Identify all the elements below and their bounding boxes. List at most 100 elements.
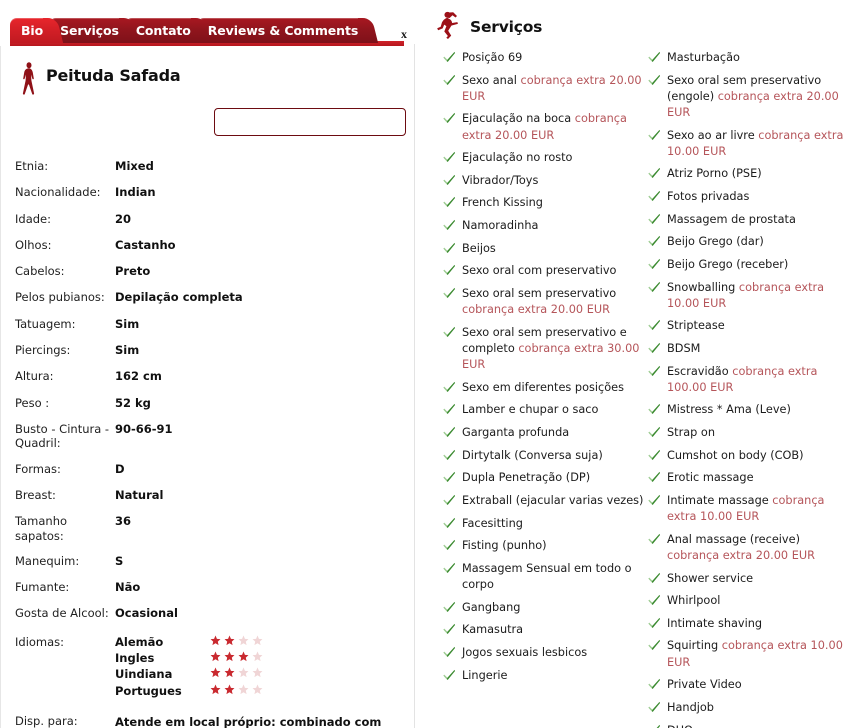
bio-attributes-table: Etnia: Mixed Nacionalidade: Indian Idade: 20 O… xyxy=(15,154,407,728)
services-column-right: Masturbação Sexo oral sem preservativo (e… xyxy=(648,50,848,728)
service-item: Dupla Penetração (DP) xyxy=(443,470,648,486)
service-item: Sexo ao ar livre cobrança extra 10.00 EU… xyxy=(648,128,848,160)
language-row: Ingles xyxy=(115,651,266,667)
tab-label: Serviços xyxy=(60,23,119,38)
bio-row-label: Breast: xyxy=(15,487,56,502)
check-icon xyxy=(443,623,456,640)
tab-bio[interactable]: Bio xyxy=(10,18,54,43)
bio-row-label: Disp. para: xyxy=(15,713,78,728)
service-item: Ejaculação no rosto xyxy=(443,150,648,166)
service-label: French Kissing xyxy=(462,196,543,210)
service-extra-charge: cobrança extra 20.00 EUR xyxy=(667,548,815,562)
check-icon xyxy=(648,403,661,420)
bio-row: Altura: 162 cm xyxy=(15,364,407,390)
bio-row-label: Formas: xyxy=(15,461,61,476)
star-icon xyxy=(224,651,235,662)
service-item: Namoradinha xyxy=(443,218,648,234)
service-label: Intimate massage xyxy=(667,493,773,507)
service-label: Beijo Grego (dar) xyxy=(667,235,764,249)
service-item: Sexo em diferentes posições xyxy=(443,380,648,396)
service-label: Masturbação xyxy=(667,51,740,64)
check-icon xyxy=(443,426,456,443)
check-icon xyxy=(443,517,456,534)
bio-row-label: Cabelos: xyxy=(15,264,65,279)
service-label: Fisting (punho) xyxy=(462,539,547,553)
vote-gotm-button[interactable]: VOTE FOR ME AS GOTM! xyxy=(214,108,406,136)
service-item: Whirlpool xyxy=(648,593,848,609)
check-icon xyxy=(648,281,661,298)
bio-row-label: Idade: xyxy=(15,211,51,226)
bio-row-label: Fumante: xyxy=(15,580,70,595)
star-icon xyxy=(252,651,263,662)
service-label: Snowballing xyxy=(667,280,739,294)
service-item: Garganta profunda xyxy=(443,425,648,441)
language-row: Alemão xyxy=(115,635,266,651)
check-icon xyxy=(443,494,456,511)
check-icon xyxy=(648,494,661,511)
bio-row: Nacionalidade: Indian xyxy=(15,180,407,206)
check-icon xyxy=(648,701,661,718)
bio-row: Fumante: Não xyxy=(15,575,407,601)
service-label: Intimate shaving xyxy=(667,616,763,630)
bio-row: Peso : 52 kg xyxy=(15,391,407,417)
check-icon xyxy=(648,533,661,550)
service-item: Erotic massage xyxy=(648,470,848,486)
close-button[interactable]: x xyxy=(396,26,412,42)
bio-row-value: 20 xyxy=(115,211,132,226)
bio-row-label: Manequim: xyxy=(15,553,80,568)
bio-row-value: 36 xyxy=(115,514,132,529)
check-icon xyxy=(648,129,661,146)
check-icon xyxy=(443,669,456,686)
service-label: Sexo em diferentes posições xyxy=(462,380,624,394)
service-label: Namoradinha xyxy=(462,219,539,233)
check-icon xyxy=(443,174,456,191)
bio-row-label: Gosta de Alcool: xyxy=(15,606,109,621)
vote-button-label: VOTE FOR ME AS GOTM! xyxy=(239,115,399,129)
check-icon xyxy=(443,326,456,343)
service-label: Fotos privadas xyxy=(667,189,750,203)
service-label: Private Video xyxy=(667,678,742,692)
service-label: Anal massage (receive) xyxy=(667,532,800,546)
bio-row-value: Preto xyxy=(115,264,151,279)
service-item: French Kissing xyxy=(443,195,648,211)
check-icon xyxy=(648,572,661,589)
service-label: Jogos sexuais lesbicos xyxy=(462,645,588,659)
check-icon xyxy=(648,51,661,68)
service-item: Private Video xyxy=(648,677,848,693)
check-icon xyxy=(648,639,661,656)
bio-row-value: Alemão Ingles Uindiana Portugues xyxy=(113,628,407,707)
bio-row: Etnia: Mixed xyxy=(15,154,407,180)
check-icon xyxy=(443,381,456,398)
service-label: Dirtytalk (Conversa suja) xyxy=(462,448,603,462)
check-icon xyxy=(648,319,661,336)
service-item: Facesitting xyxy=(443,516,648,532)
tab-label: Reviews & Comments xyxy=(207,23,359,38)
tab-bar: Bio Serviços Contato Reviews & Comments x xyxy=(0,0,414,46)
star-icon xyxy=(238,684,249,694)
service-label: Beijo Grego (receber) xyxy=(667,257,789,271)
service-label: Kamasutra xyxy=(462,623,524,637)
check-icon xyxy=(443,219,456,236)
bio-row: Breast: Natural xyxy=(15,483,407,509)
service-item: Fisting (punho) xyxy=(443,538,648,554)
services-columns: Posição 69 Sexo anal cobrança extra 20.00… xyxy=(443,50,848,728)
bio-row-value: 162 cm xyxy=(115,369,162,384)
star-icon xyxy=(224,684,235,694)
profile-page: Bio Serviços Contato Reviews & Comments x P… xyxy=(0,0,850,728)
dancer-silhouette-icon xyxy=(435,10,461,44)
service-item: BDSM xyxy=(648,341,848,357)
check-icon xyxy=(443,74,456,91)
bio-row-value: Sim xyxy=(115,316,140,331)
service-item: Escravidão cobrança extra 100.00 EUR xyxy=(648,364,848,396)
service-label: Sexo oral sem preservativo xyxy=(462,287,617,301)
check-icon xyxy=(443,562,456,579)
service-item: Lingerie xyxy=(443,668,648,684)
services-panel: Serviços Posição 69 Sexo anal cobrança ex… xyxy=(425,0,850,728)
service-label: BDSM xyxy=(667,341,701,355)
service-label: Lingerie xyxy=(462,668,508,682)
service-label: DUO xyxy=(667,724,693,728)
service-label: Beijos xyxy=(462,241,496,255)
bio-row: Busto - Cintura - Quadril: 90-66-91 xyxy=(15,417,407,457)
service-item: Beijos xyxy=(443,241,648,257)
tab-reviews-comments[interactable]: Reviews & Comments xyxy=(196,18,369,43)
